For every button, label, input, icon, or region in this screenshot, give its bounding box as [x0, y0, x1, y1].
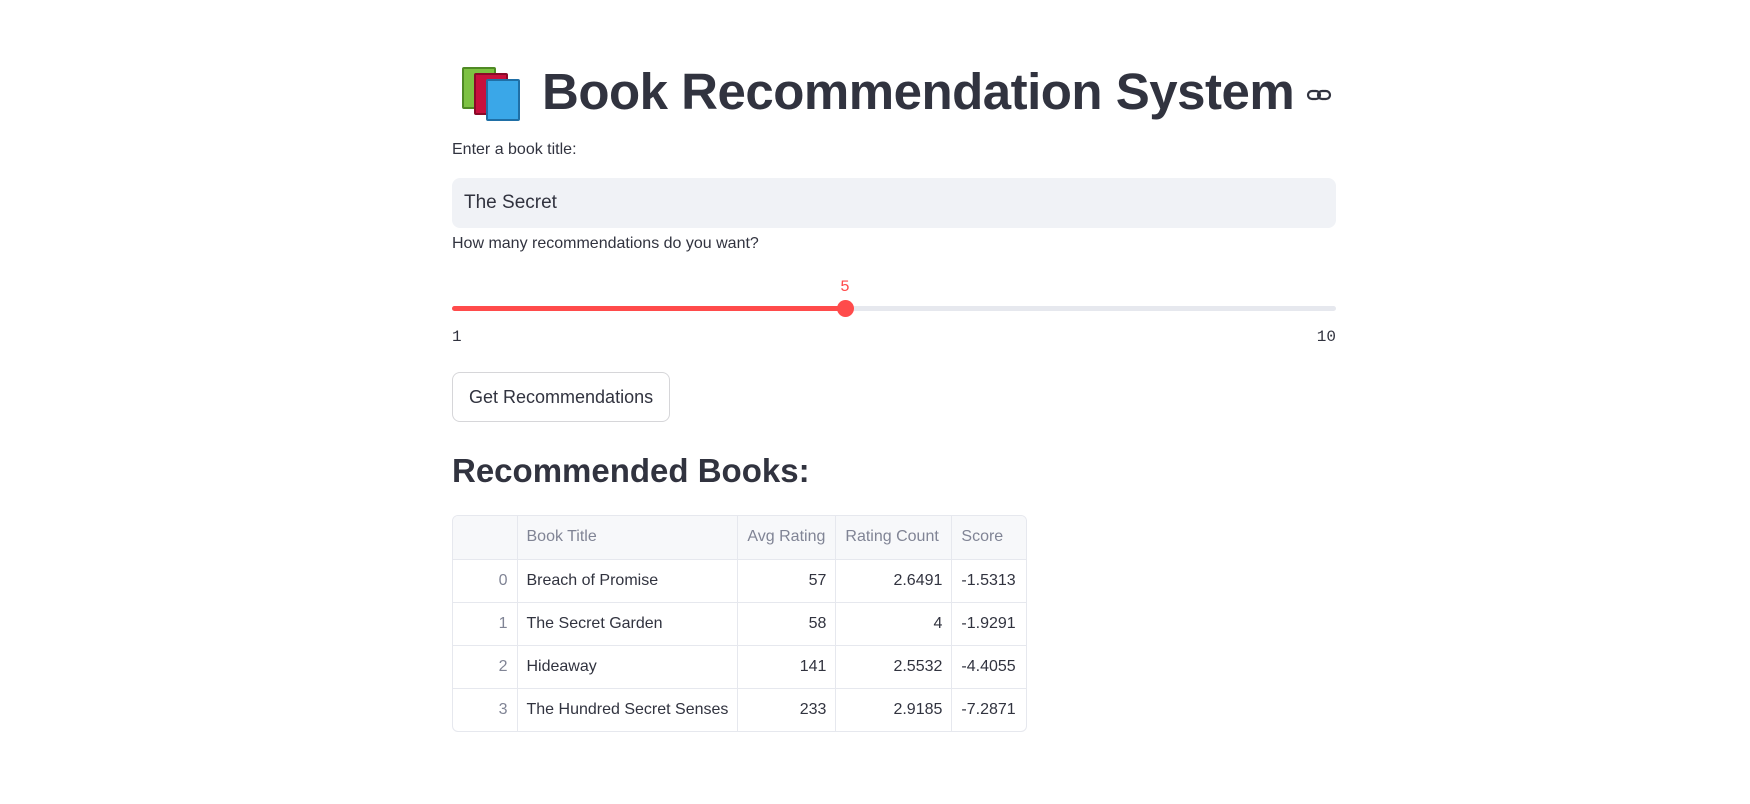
books-emoji-icon: [460, 61, 524, 121]
cell-book-title[interactable]: The Hundred Secret Senses: [517, 688, 739, 731]
slider-thumb[interactable]: [836, 300, 854, 317]
cell-rating-count[interactable]: 4: [835, 602, 953, 646]
get-recommendations-button[interactable]: Get Recommendations: [452, 372, 671, 422]
column-header-book-title[interactable]: Book Title: [517, 516, 739, 560]
page-title: Book Recommendation System: [542, 62, 1295, 120]
slider-current-value: 5: [840, 278, 850, 296]
column-header-avg-rating[interactable]: Avg Rating: [737, 516, 837, 560]
cell-book-title[interactable]: Breach of Promise: [517, 559, 739, 603]
column-header-score[interactable]: Score: [951, 516, 1026, 560]
cell-rating-count[interactable]: 2.5532: [835, 645, 953, 689]
cell-book-title[interactable]: Hideaway: [517, 645, 739, 689]
title-row: Book Recommendation System: [460, 56, 1332, 126]
cell-avg-rating[interactable]: 58: [737, 602, 837, 646]
link-icon[interactable]: [1306, 85, 1332, 105]
row-index: 2: [453, 645, 518, 689]
book-title-label: Enter a book title:: [452, 141, 577, 158]
results-table[interactable]: Book Title Avg Rating Rating Count Score…: [452, 515, 1027, 732]
recommendation-count-label: How many recommendations do you want?: [452, 235, 759, 252]
cell-score[interactable]: -1.9291: [951, 602, 1026, 646]
cell-book-title[interactable]: The Secret Garden: [517, 602, 739, 646]
cell-rating-count[interactable]: 2.6491: [835, 559, 953, 603]
cell-score[interactable]: -4.4055: [951, 645, 1026, 689]
slider-track[interactable]: [452, 306, 1336, 311]
row-index: 0: [453, 559, 518, 603]
slider-max-label: 10: [1316, 328, 1336, 346]
cell-avg-rating[interactable]: 141: [737, 645, 837, 689]
slider-min-label: 1: [452, 328, 462, 346]
results-heading: Recommended Books:: [452, 452, 810, 489]
cell-score[interactable]: -1.5313: [951, 559, 1026, 603]
cell-avg-rating[interactable]: 57: [737, 559, 837, 603]
table-row[interactable]: 0 Breach of Promise 57 2.6491 -1.5313: [453, 559, 1026, 603]
table-header-row: Book Title Avg Rating Rating Count Score: [453, 516, 1026, 560]
cell-rating-count[interactable]: 2.9185: [835, 688, 953, 731]
slider-fill: [452, 306, 845, 311]
cell-score[interactable]: -7.2871: [952, 688, 1026, 731]
table-row[interactable]: 3 The Hundred Secret Senses 233 2.9185 -…: [453, 688, 1026, 731]
cell-avg-rating[interactable]: 233: [737, 688, 837, 731]
column-header-rating-count[interactable]: Rating Count: [835, 516, 953, 560]
column-header-index[interactable]: [453, 516, 518, 560]
table-row[interactable]: 1 The Secret Garden 58 4 -1.9291: [453, 602, 1026, 646]
row-index: 3: [453, 688, 518, 731]
table-row[interactable]: 2 Hideaway 141 2.5532 -4.4055: [453, 645, 1026, 689]
row-index: 1: [453, 602, 518, 646]
recommendation-count-slider[interactable]: 5 1 10: [452, 270, 1336, 350]
book-title-input[interactable]: [452, 178, 1336, 228]
